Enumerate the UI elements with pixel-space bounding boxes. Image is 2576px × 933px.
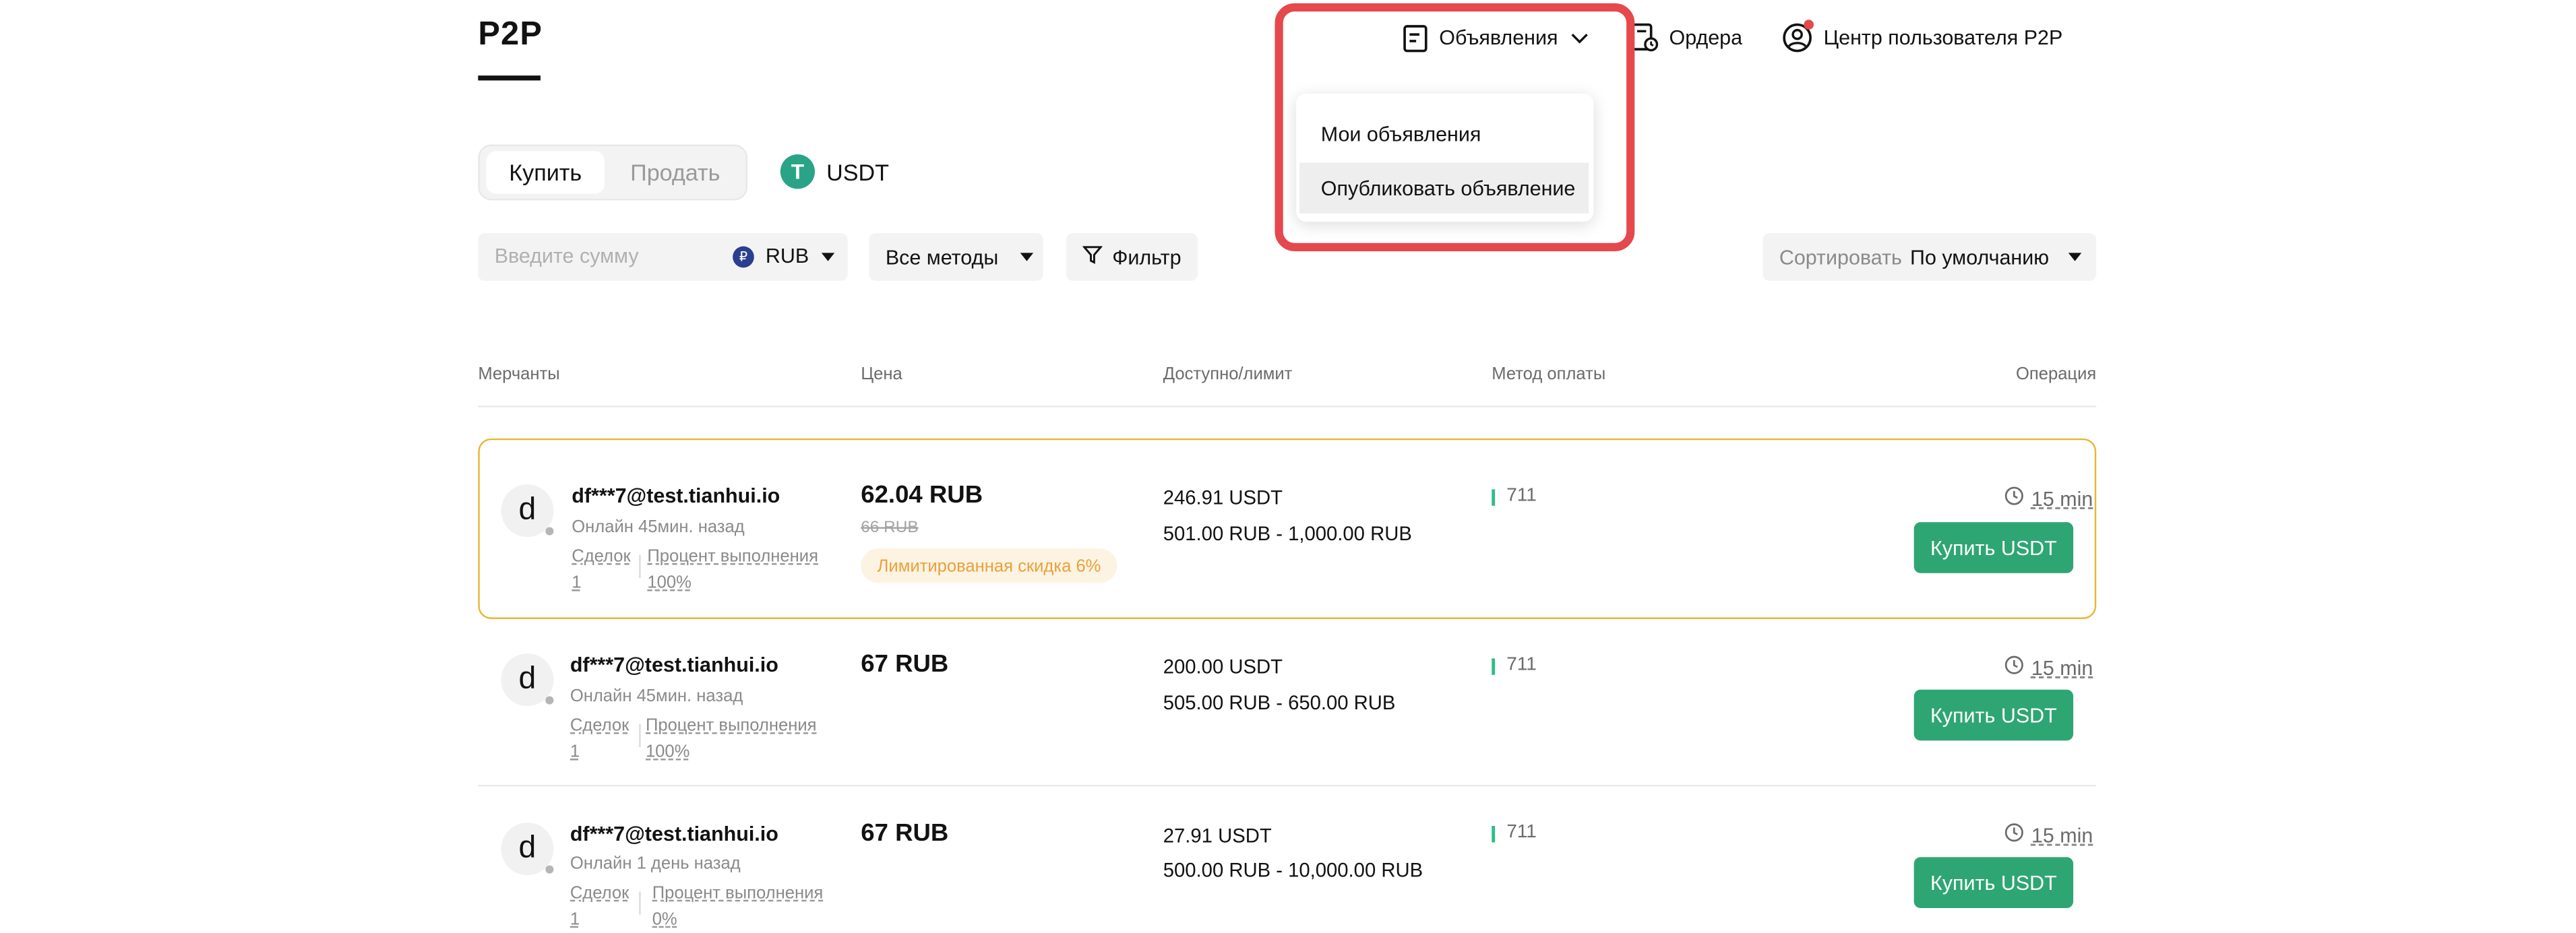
deals-count: Сделок 1 [570, 880, 629, 933]
payment-methods-select[interactable]: Все методы [869, 233, 1043, 281]
amount-placeholder: Введите сумму [494, 245, 639, 268]
column-header-price: Цена [861, 364, 902, 385]
coin-label: USDT [826, 158, 889, 185]
sort-label: Сортировать [1779, 245, 1902, 269]
completion-label: Процент выполнения [645, 715, 817, 736]
merchant-status: Онлайн 45мин. назад [572, 517, 745, 538]
stats-separator [639, 554, 641, 578]
deals-label: Сделок [570, 883, 630, 903]
user-center-link[interactable]: Центр пользователя P2P [1783, 20, 2063, 55]
order-limit: 501.00 RUB - 1,000.00 RUB [1163, 522, 1412, 546]
merchant-name[interactable]: df***7@test.tianhui.io [572, 484, 780, 507]
currency-label: RUB [765, 245, 809, 268]
orders-label: Ордера [1669, 26, 1743, 50]
payment-method-bar [1492, 658, 1496, 675]
available-amount: 27.91 USDT [1163, 824, 1272, 847]
payment-methods-label: Все методы [885, 245, 999, 269]
completion-value: 0% [652, 909, 677, 930]
deals-value: 1 [570, 909, 580, 930]
time-limit: 15 min [2005, 655, 2093, 680]
price: 67 RUB [861, 650, 949, 678]
filter-label: Фильтр [1112, 245, 1182, 269]
stats-separator [639, 723, 641, 748]
notification-dot [1804, 20, 1814, 30]
column-header-available: Доступно/лимит [1163, 364, 1293, 385]
deals-count: Сделок 1 [572, 544, 630, 596]
price: 62.04 RUB [861, 481, 983, 509]
deals-value: 1 [570, 742, 580, 762]
ruble-icon: ₽ [733, 245, 754, 267]
online-status-dot [545, 527, 554, 536]
caret-down-icon [2068, 253, 2082, 261]
buy-usdt-button[interactable]: Купить USDT [1913, 857, 2074, 908]
buy-usdt-button[interactable]: Купить USDT [1913, 522, 2074, 573]
completion-rate: Процент выполнения 100% [646, 713, 817, 765]
clock-icon [2005, 655, 2025, 680]
tether-icon: T [780, 154, 815, 189]
payment-method-bar [1492, 826, 1496, 843]
caret-down-icon [822, 252, 836, 261]
column-header-operation: Операция [2015, 364, 2097, 385]
order-limit: 505.00 RUB - 650.00 RUB [1163, 691, 1396, 715]
user-center-label: Центр пользователя P2P [1823, 26, 2063, 50]
user-profile-icon [1783, 20, 1814, 53]
completion-rate: Процент выполнения 100% [647, 544, 818, 596]
amount-input[interactable]: Введите сумму ₽ RUB [478, 233, 848, 281]
coin-selector[interactable]: T USDT [780, 154, 889, 189]
trade-side-tabs: Купить Продать [478, 144, 748, 201]
header-divider [478, 406, 2097, 408]
time-limit: 15 min [2005, 823, 2093, 847]
discount-badge: Лимитированная скидка 6% [861, 548, 1117, 583]
completion-label: Процент выполнения [652, 883, 824, 903]
completion-rate: Процент выполнения 0% [652, 880, 824, 933]
clock-icon [2005, 823, 2025, 847]
payment-method: 711 [1506, 823, 1537, 843]
merchant-name[interactable]: df***7@test.tianhui.io [570, 653, 778, 676]
online-status-dot [545, 865, 554, 874]
tab-sell[interactable]: Продать [615, 151, 736, 193]
time-limit-value: 15 min [2031, 486, 2093, 510]
completion-value: 100% [647, 573, 692, 593]
merchant-status: Онлайн 45мин. назад [570, 686, 743, 707]
clock-icon [2005, 486, 2025, 511]
caret-down-icon [1019, 253, 1033, 261]
currency-select[interactable]: ₽ RUB [733, 245, 836, 268]
row-divider [478, 785, 2097, 787]
time-limit: 15 min [2005, 486, 2093, 511]
online-status-dot [545, 696, 554, 705]
column-header-merchants: Мерчанты [478, 364, 560, 385]
sort-select[interactable]: Сортировать По умолчанию [1762, 233, 2097, 281]
p2p-page: P2P Объявления Ордера Центр пользователя… [0, 0, 2576, 930]
merchant-status: Онлайн 1 день назад [570, 854, 741, 874]
stats-separator [639, 891, 641, 915]
funnel-icon [1082, 245, 1103, 269]
available-amount: 246.91 USDT [1163, 486, 1283, 509]
time-limit-value: 15 min [2031, 823, 2093, 847]
deals-label: Сделок [570, 715, 630, 736]
merchant-name[interactable]: df***7@test.tianhui.io [570, 823, 778, 845]
orders-icon [1631, 23, 1659, 53]
payment-method: 711 [1506, 486, 1537, 506]
page-title: P2P [478, 16, 543, 53]
deals-count: Сделок 1 [570, 713, 629, 765]
completion-value: 100% [645, 742, 690, 762]
payment-method: 711 [1506, 655, 1537, 675]
buy-usdt-button[interactable]: Купить USDT [1913, 689, 2074, 741]
deals-value: 1 [572, 573, 582, 593]
annotation-highlight-box [1275, 3, 1635, 251]
old-price: 66 RUB [861, 519, 919, 538]
payment-method-bar [1492, 489, 1496, 506]
time-limit-value: 15 min [2031, 655, 2093, 679]
price: 67 RUB [861, 819, 949, 847]
filter-button[interactable]: Фильтр [1066, 233, 1198, 281]
orders-link[interactable]: Ордера [1631, 22, 1742, 55]
sort-value: По умолчанию [1910, 245, 2050, 269]
completion-label: Процент выполнения [647, 546, 818, 567]
available-amount: 200.00 USDT [1163, 655, 1283, 678]
deals-label: Сделок [572, 546, 631, 567]
tab-buy[interactable]: Купить [486, 151, 605, 194]
order-limit: 500.00 RUB - 10,000.00 RUB [1163, 858, 1423, 882]
title-underline [478, 75, 541, 81]
column-header-payment: Метод оплаты [1492, 364, 1606, 385]
